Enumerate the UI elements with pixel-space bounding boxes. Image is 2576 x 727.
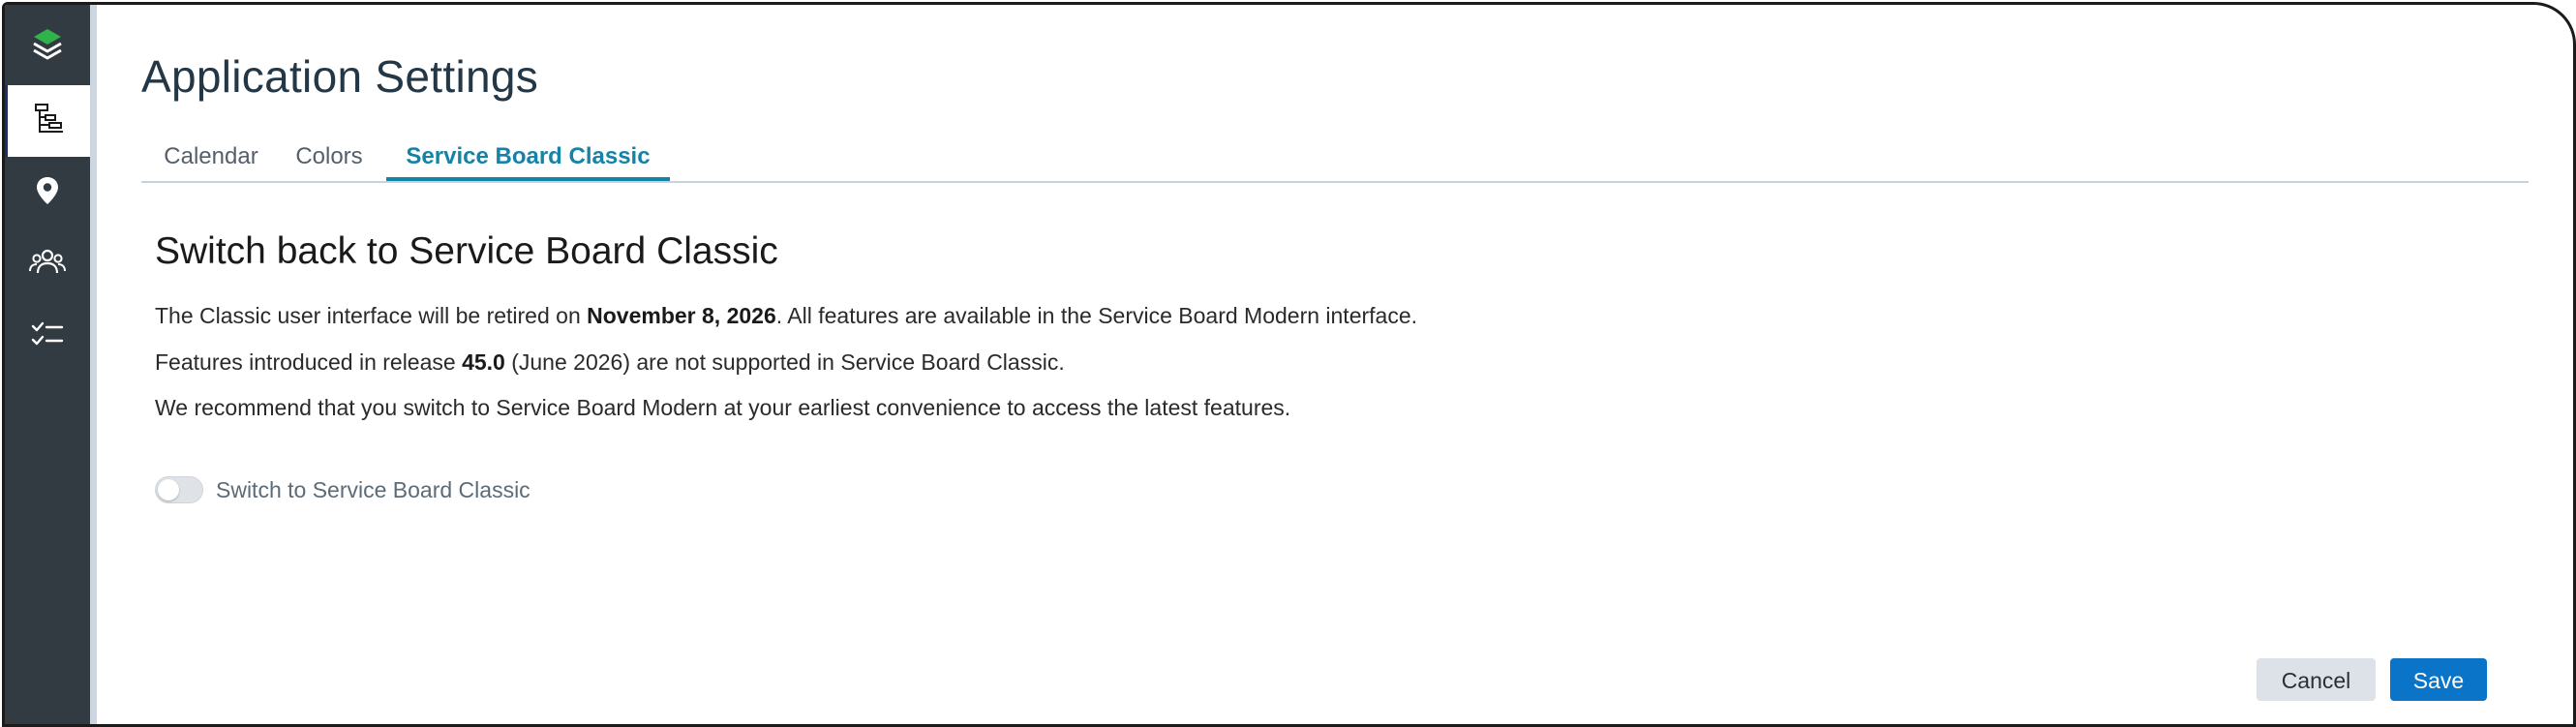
sidebar-item-service-board[interactable] (5, 85, 90, 157)
tab-calendar[interactable]: Calendar (141, 135, 281, 181)
retirement-notice: The Classic user interface will be retir… (155, 303, 1417, 329)
app-logo-icon (28, 25, 67, 69)
release-notice-text-1: Features introduced in release (155, 349, 463, 375)
release-version: 45.0 (462, 349, 505, 375)
retirement-notice-text-2: . All features are available in the Serv… (775, 303, 1418, 328)
app-logo[interactable] (5, 11, 90, 82)
location-pin-icon (31, 174, 64, 212)
tab-service-board-classic[interactable]: Service Board Classic (386, 135, 670, 181)
page-title: Application Settings (141, 51, 539, 102)
recommendation-text: We recommend that you switch to Service … (155, 395, 1291, 420)
checklist-icon (30, 317, 65, 356)
toggle-knob (158, 479, 179, 500)
retirement-notice-text-1: The Classic user interface will be retir… (155, 303, 588, 328)
sidebar-item-tasks[interactable] (5, 300, 90, 372)
service-board-icon (31, 101, 68, 142)
settings-tabs: Calendar Colors Service Board Classic (141, 135, 2529, 183)
section-heading: Switch back to Service Board Classic (155, 230, 778, 272)
sidebar-divider (90, 5, 97, 724)
app-window: Application Settings Calendar Colors Ser… (2, 2, 2576, 727)
people-icon (28, 243, 67, 287)
retirement-date: November 8, 2026 (587, 303, 776, 328)
save-button[interactable]: Save (2390, 658, 2487, 701)
release-notice-text-2: (June 2026) are not supported in Service… (504, 349, 1065, 375)
sidebar-item-people[interactable] (5, 228, 90, 300)
tab-colors[interactable]: Colors (281, 135, 378, 181)
switch-to-classic-toggle[interactable] (155, 476, 203, 503)
classic-toggle-row: Switch to Service Board Classic (155, 475, 530, 504)
main-content: Application Settings Calendar Colors Ser… (97, 5, 2573, 724)
sidebar (5, 5, 90, 724)
sidebar-item-locations[interactable] (5, 157, 90, 228)
release-notice: Features introduced in release 45.0 (Jun… (155, 349, 1065, 376)
switch-to-classic-label[interactable]: Switch to Service Board Classic (216, 477, 530, 503)
cancel-button[interactable]: Cancel (2257, 658, 2376, 701)
